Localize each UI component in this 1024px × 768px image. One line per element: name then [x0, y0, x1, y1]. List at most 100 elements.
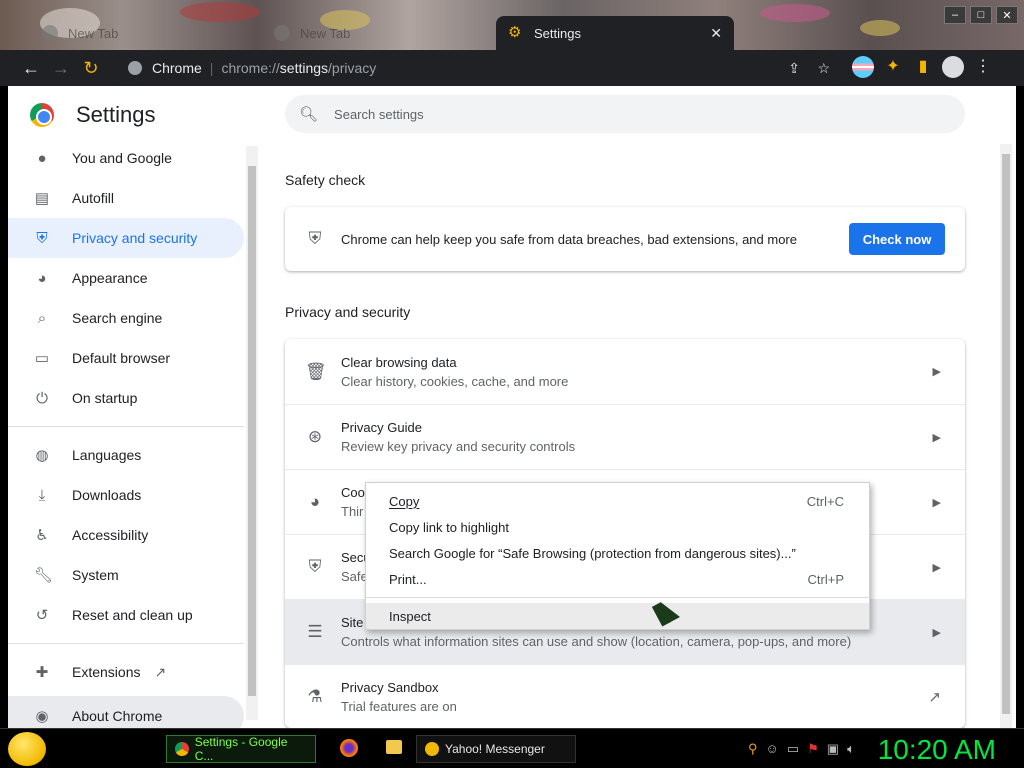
tab-settings[interactable]: ⚙ Settings ✕ — [496, 16, 734, 50]
close-window-button[interactable]: ✕ — [996, 6, 1018, 24]
trash-icon: 🗑︎ — [305, 361, 327, 381]
back-icon[interactable]: ← — [16, 53, 46, 83]
check-now-button[interactable]: Check now — [849, 223, 945, 255]
sliders-icon: ☰ — [307, 622, 323, 641]
menu-item-print[interactable]: Print... Ctrl+P — [366, 566, 869, 592]
taskbar-label: Yahoo! Messenger — [445, 742, 545, 756]
row-subtitle: Thir — [341, 504, 364, 519]
safety-check-row: ⛨ Chrome can help keep you safe from dat… — [285, 207, 965, 271]
sidebar-item-label: Reset and clean up — [72, 607, 193, 623]
search-input[interactable]: 🔍︎ Search settings — [285, 95, 965, 133]
chrome-icon — [128, 61, 142, 75]
sidebar-item-label: Accessibility — [72, 527, 149, 543]
sidebar-item-on-startup[interactable]: ⏻ On startup — [8, 378, 244, 418]
system-tray: ⚲ ☺ ▭ ⚑ ▣ 🔈︎ — [748, 741, 855, 757]
safety-check-heading: Safety check — [285, 172, 366, 188]
context-menu: Copy Ctrl+C Copy link to highlight Search… — [365, 482, 870, 630]
row-title: Coo — [341, 485, 365, 500]
start-smiley-icon[interactable] — [8, 732, 46, 766]
menu-shortcut: Ctrl+P — [807, 571, 844, 587]
scrollbar-thumb[interactable] — [248, 166, 256, 696]
chrome-icon — [175, 742, 189, 756]
sidebar-item-appearance[interactable]: ◕ Appearance — [8, 258, 244, 298]
avatar[interactable] — [942, 56, 964, 78]
chrome-icon: ◉ — [35, 708, 49, 725]
shield-check-icon: ⛨ — [308, 229, 322, 248]
clear-browsing-data-row[interactable]: 🗑︎ Clear browsing data Clear history, coo… — [285, 339, 965, 404]
privacy-guide-row[interactable]: ⊛ Privacy Guide Review key privacy and se… — [285, 404, 965, 469]
folder-icon[interactable] — [386, 740, 402, 754]
tab-new-tab-1[interactable]: New Tab — [30, 16, 250, 50]
chevron-right-icon: ▶ — [932, 366, 941, 378]
taskbar-label: Settings - Google C... — [194, 735, 288, 763]
messenger-tray-icon[interactable]: ☺ — [766, 741, 779, 757]
address-bar[interactable]: Chrome | chrome:// settings /privacy ⇪ ☆ — [118, 55, 844, 81]
sidebar-item-reset-and-clean-up[interactable]: ↺ Reset and clean up — [8, 595, 244, 635]
bookmark-star-icon[interactable]: ☆ — [817, 60, 830, 77]
menu-item-copy[interactable]: Copy Ctrl+C — [366, 488, 869, 514]
sidebar-item-label: About Chrome — [72, 708, 163, 724]
accessibility-icon: ♿︎ — [35, 527, 49, 544]
side-panel-icon[interactable]: ▮ — [912, 56, 934, 78]
sidebar-item-downloads[interactable]: ⤓ Downloads — [8, 475, 244, 515]
taskbar-item-yahoo-messenger[interactable]: Yahoo! Messenger — [416, 735, 576, 763]
sidebar-item-extensions[interactable]: ✚ Extensions ↗ — [8, 652, 244, 692]
extension-toolbar: ✦ ▮ ⋮ — [852, 56, 994, 78]
network-icon[interactable]: ▭ — [787, 741, 799, 757]
taskbar: Settings - Google C... Yahoo! Messenger … — [0, 728, 1024, 768]
row-title: Privacy Guide — [341, 420, 422, 435]
shield-icon: ⛨ — [36, 229, 48, 247]
smiley-icon — [425, 742, 439, 756]
scrollbar-thumb[interactable] — [1002, 154, 1010, 714]
menu-item-search-google[interactable]: Search Google for “Safe Browsing (protec… — [366, 540, 869, 566]
flag-icon[interactable]: ⚑ — [807, 741, 819, 757]
sidebar-item-accessibility[interactable]: ♿︎ Accessibility — [8, 515, 244, 555]
menu-item-copy-link-to-highlight[interactable]: Copy link to highlight — [366, 514, 869, 540]
chevron-right-icon: ▶ — [932, 626, 941, 639]
sidebar-item-privacy-and-security[interactable]: ⛨ Privacy and security — [8, 218, 244, 258]
row-title: Privacy Sandbox — [341, 680, 439, 695]
url-prefix: chrome:// — [221, 60, 280, 76]
menu-item-inspect[interactable]: Inspect — [366, 603, 869, 629]
extensions-puzzle-icon[interactable]: ✦ — [882, 56, 904, 78]
maximize-button[interactable]: □ — [970, 6, 992, 24]
history-icon: ↺ — [35, 607, 49, 624]
forward-icon[interactable]: → — [46, 53, 76, 83]
compass-icon: ⊛ — [307, 427, 323, 446]
taskbar-item-chrome[interactable]: Settings - Google C... — [166, 735, 316, 763]
sidebar-item-languages[interactable]: ◍ Languages — [8, 435, 244, 475]
site-label: Chrome — [152, 60, 202, 76]
close-tab-icon[interactable]: ✕ — [710, 25, 722, 42]
menu-dots-icon[interactable]: ⋮ — [972, 56, 994, 78]
open-in-new-icon: ↗ — [154, 663, 167, 680]
sidebar-item-search-engine[interactable]: ⌕ Search engine — [8, 298, 244, 338]
globe-icon: ◍ — [35, 447, 49, 464]
search-icon[interactable]: ⚲ — [748, 741, 758, 757]
sidebar-item-you-and-google[interactable]: ● You and Google — [8, 138, 244, 178]
privacy-sandbox-row[interactable]: ⚗ Privacy Sandbox Trial features are on ↗ — [285, 664, 965, 728]
sidebar-item-label: On startup — [72, 390, 138, 406]
chevron-right-icon: ▶ — [932, 431, 941, 444]
sidebar-item-label: System — [72, 567, 119, 583]
sidebar-item-default-browser[interactable]: ▭ Default browser — [8, 338, 244, 378]
row-subtitle: Review key privacy and security controls — [341, 439, 576, 454]
display-icon[interactable]: ▣ — [827, 741, 839, 757]
reload-icon[interactable]: ↻ — [76, 53, 106, 83]
firefox-icon[interactable] — [340, 739, 358, 757]
person-icon: ● — [37, 149, 47, 167]
sidebar-item-label: You and Google — [72, 150, 172, 166]
tab-label: New Tab — [68, 25, 119, 41]
minimize-button[interactable]: – — [944, 6, 966, 24]
privacy-security-heading: Privacy and security — [285, 304, 411, 320]
tab-new-tab-2[interactable]: New Tab — [262, 16, 482, 50]
sidebar-item-autofill[interactable]: ▤ Autofill — [8, 178, 244, 218]
main-scrollbar[interactable] — [1000, 144, 1012, 728]
profile-flag-icon[interactable] — [852, 56, 874, 78]
sidebar-scrollbar[interactable] — [246, 146, 258, 720]
sidebar-item-system[interactable]: 🔧︎ System — [8, 555, 244, 595]
sidebar-item-label: Default browser — [72, 350, 171, 366]
volume-icon[interactable]: 🔈︎ — [847, 741, 855, 757]
sidebar: ● You and Google ▤ Autofill ⛨ Privacy and s… — [8, 138, 244, 736]
chrome-icon — [42, 25, 58, 41]
share-icon[interactable]: ⇪ — [788, 60, 800, 77]
